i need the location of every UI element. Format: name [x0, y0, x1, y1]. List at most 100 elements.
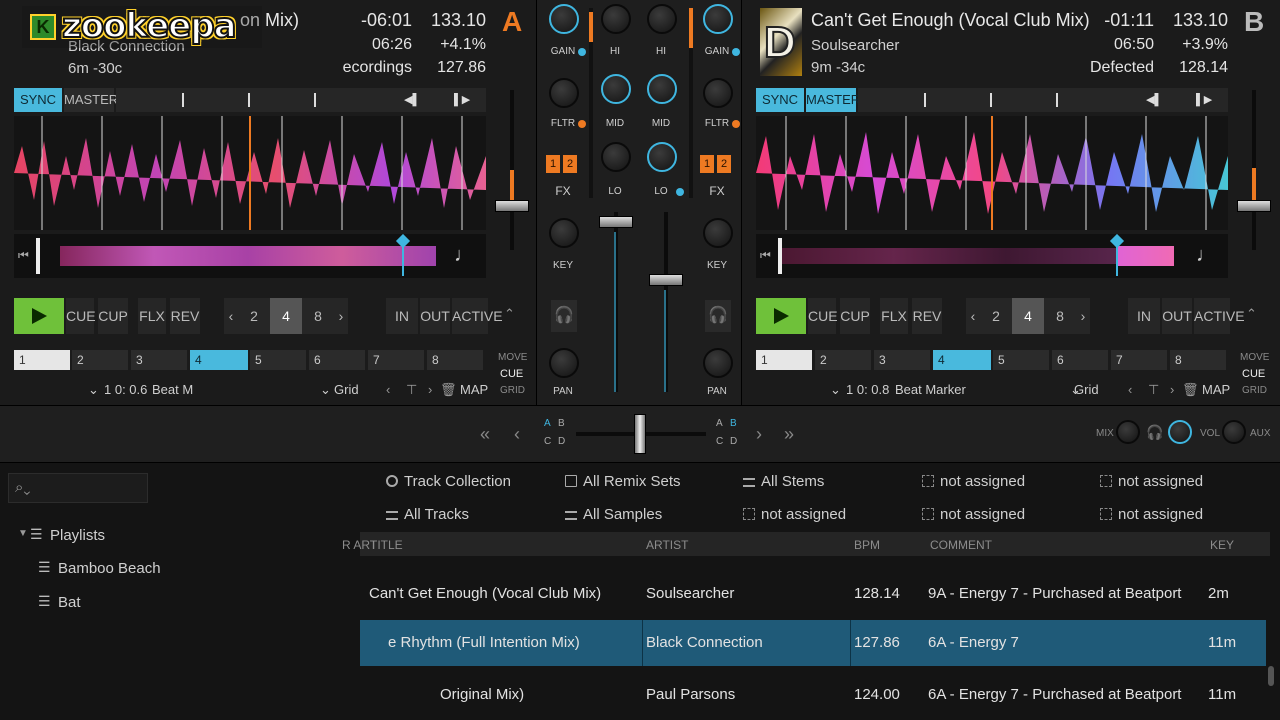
deck-a-cue-slot-6[interactable]: 6	[309, 350, 365, 370]
favorite-all-tracks[interactable]: All Tracks	[386, 506, 469, 523]
deck-a-overview-waveform[interactable]: ⏮ ♩	[14, 234, 486, 278]
channel-a-lo-knob[interactable]	[601, 142, 631, 172]
deck-a-collapse-icon[interactable]: ⌃	[504, 306, 515, 322]
favorite-slot-5[interactable]: not assigned	[1100, 473, 1203, 490]
deck-b-sync-button[interactable]: SYNC	[756, 88, 804, 112]
deck-b-cup-button[interactable]: CUP	[840, 298, 870, 334]
channel-a-volume-fader[interactable]	[599, 216, 633, 228]
deck-a-skip-back-icon[interactable]: ⏮	[18, 248, 29, 263]
deck-b-loop-in-button[interactable]: IN	[1128, 298, 1160, 334]
crossfader-left-c[interactable]: C	[544, 436, 551, 447]
deck-b-cue-dropdown-icon[interactable]: ⌄	[830, 382, 841, 398]
deck-b-flux-button[interactable]: FLX	[880, 298, 908, 334]
channel-b-lo-knob[interactable]	[647, 142, 677, 172]
deck-a-loop-4[interactable]: 4	[270, 298, 302, 334]
deck-b-grid-label[interactable]: Grid	[1074, 382, 1099, 397]
deck-a-play-button[interactable]	[14, 298, 64, 334]
deck-b-cue-slot-3[interactable]: 3	[874, 350, 930, 370]
deck-a-cue-button[interactable]: CUE	[66, 298, 96, 334]
deck-b-note-icon[interactable]: ♩	[1196, 244, 1216, 267]
deck-b-loop-active-button[interactable]: ACTIVE	[1194, 298, 1245, 334]
deck-b-move-grid-label[interactable]: GRID	[1242, 385, 1267, 396]
channel-b-gain-knob[interactable]	[703, 4, 733, 34]
deck-b-master-button[interactable]: MASTER	[806, 88, 860, 112]
table-row[interactable]: Original Mix) Paul Parsons 124.00 6A - E…	[360, 672, 1266, 718]
deck-a-cue-slot-1[interactable]: 1	[14, 350, 70, 370]
beatjump-forward-large-icon[interactable]: »	[784, 424, 794, 445]
deck-b-move-cue-button[interactable]: CUE	[1242, 368, 1265, 380]
crossfader-right-d[interactable]: D	[730, 436, 737, 447]
crossfader-right-c[interactable]: C	[716, 436, 723, 447]
favorite-slot-9[interactable]: not assigned	[922, 506, 1025, 523]
favorite-slot-4[interactable]: not assigned	[922, 473, 1025, 490]
deck-a-flux-button[interactable]: FLX	[138, 298, 166, 334]
playlists-header[interactable]: Playlists	[50, 527, 105, 544]
deck-a-cue-dropdown-icon[interactable]: ⌄	[88, 382, 99, 398]
channel-a-headphone-cue-icon[interactable]: 🎧	[551, 300, 577, 332]
channel-b-fx1-button[interactable]: 1	[700, 155, 714, 173]
deck-a-move-cue-button[interactable]: CUE	[500, 368, 523, 380]
crossfader-right-b[interactable]: B	[730, 418, 737, 429]
channel-a-fx2-button[interactable]: 2	[563, 155, 577, 173]
deck-a-loop-2[interactable]: 2	[238, 298, 270, 334]
favorite-track-collection[interactable]: Track Collection	[386, 473, 511, 490]
deck-a-delete-icon[interactable]: 🗑	[440, 382, 457, 398]
deck-b-loop-out-button[interactable]: OUT	[1162, 298, 1192, 334]
deck-a-loop-out-button[interactable]: OUT	[420, 298, 450, 334]
deck-a-cue-slot-3[interactable]: 3	[131, 350, 187, 370]
deck-b-loop-2[interactable]: 2	[980, 298, 1012, 334]
deck-a-grid-prev-icon[interactable]: ‹	[386, 382, 390, 397]
channel-b-filter-indicator[interactable]	[732, 120, 740, 128]
channel-a-gain-knob[interactable]	[549, 4, 579, 34]
favorite-slot-8[interactable]: not assigned	[743, 506, 846, 523]
deck-a-cue-slot-5[interactable]: 5	[250, 350, 306, 370]
cue-volume-knob[interactable]	[1168, 420, 1192, 444]
channel-a-key-knob[interactable]	[549, 218, 579, 248]
playlists-expand-icon[interactable]: ▼	[18, 528, 28, 539]
deck-a-loop-decrease-icon[interactable]: ‹	[224, 298, 238, 334]
deck-b-cue-slot-8[interactable]: 8	[1170, 350, 1226, 370]
deck-a-move-grid-label[interactable]: GRID	[500, 385, 525, 396]
deck-a-grid-next-icon[interactable]: ›	[428, 382, 432, 397]
cue-mix-knob[interactable]	[1116, 420, 1140, 444]
deck-a-marker-icon[interactable]: ⊤	[406, 382, 417, 398]
deck-a-loop-active-button[interactable]: ACTIVE	[452, 298, 503, 334]
deck-b-skip-back-icon[interactable]: ⏮	[760, 248, 771, 263]
deck-b-loop-increase-icon[interactable]: ›	[1076, 298, 1090, 334]
deck-a-sync-button[interactable]: SYNC	[14, 88, 62, 112]
deck-a-cue-type[interactable]: Beat M	[152, 382, 193, 397]
deck-b-grid-next-icon[interactable]: ›	[1170, 382, 1174, 397]
deck-b-cue-slot-4[interactable]: 4	[933, 350, 991, 370]
deck-b-tempo-fader-handle[interactable]	[1237, 200, 1271, 212]
beatjump-back-large-icon[interactable]: «	[480, 424, 490, 445]
deck-b-cue-slot-2[interactable]: 2	[815, 350, 871, 370]
channel-b-volume-fader[interactable]	[649, 274, 683, 286]
deck-b-waveform[interactable]	[756, 116, 1228, 230]
deck-a-loop-8[interactable]: 8	[302, 298, 334, 334]
deck-a-master-button[interactable]: MASTER	[64, 88, 118, 112]
deck-b-cue-slot-7[interactable]: 7	[1111, 350, 1167, 370]
channel-a-filter-indicator[interactable]	[578, 120, 586, 128]
column-key[interactable]: KEY	[1210, 538, 1234, 552]
crossfader-left-d[interactable]: D	[558, 436, 565, 447]
deck-a-nudge-back-icon[interactable]: ◀▌	[404, 93, 420, 106]
favorite-slot-10[interactable]: not assigned	[1100, 506, 1203, 523]
table-row[interactable]: e Rhythm (Full Intention Mix) Black Conn…	[360, 620, 1266, 666]
channel-b-fx2-button[interactable]: 2	[717, 155, 731, 173]
crossfader-left-b[interactable]: B	[558, 418, 565, 429]
channel-a-pan-knob[interactable]	[549, 348, 579, 378]
sidebar-item-bamboo-beach[interactable]: Bamboo Beach	[58, 560, 161, 577]
deck-b-overview-waveform[interactable]: ⏮ ♩	[756, 234, 1228, 278]
deck-a-loop-in-button[interactable]: IN	[386, 298, 418, 334]
deck-b-reverse-button[interactable]: REV	[912, 298, 942, 334]
favorite-all-remix-sets[interactable]: All Remix Sets	[565, 473, 681, 490]
deck-b-nudge-back-icon[interactable]: ◀▌	[1146, 93, 1162, 106]
deck-b-loop-8[interactable]: 8	[1044, 298, 1076, 334]
beatjump-back-icon[interactable]: ‹	[514, 424, 520, 445]
deck-b-cue-slot-1[interactable]: 1	[756, 350, 812, 370]
column-title[interactable]: TITLE	[370, 538, 403, 552]
column-comment[interactable]: COMMENT	[930, 538, 992, 552]
channel-b-mid-knob[interactable]	[647, 74, 677, 104]
crossfader-handle[interactable]	[634, 414, 646, 454]
deck-b-loop-4[interactable]: 4	[1012, 298, 1044, 334]
